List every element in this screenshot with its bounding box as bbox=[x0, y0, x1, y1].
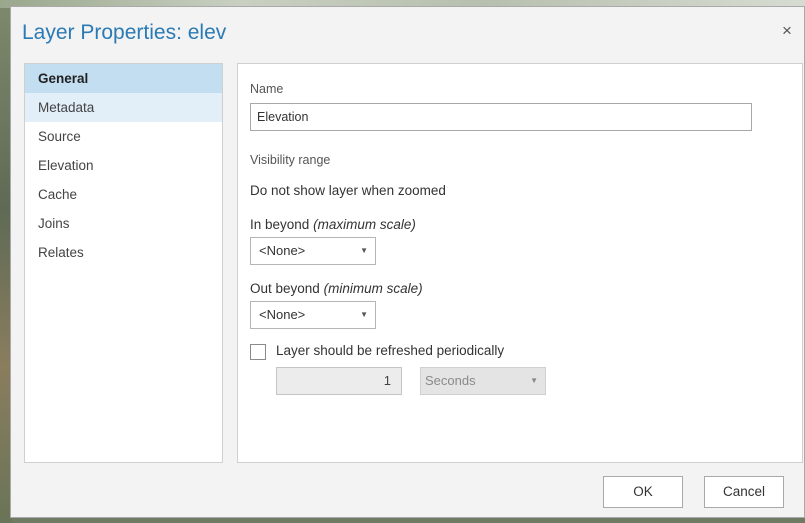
general-panel: Name Elevation Visibility range Do not s… bbox=[237, 63, 803, 463]
in-beyond-value: <None> bbox=[259, 243, 306, 258]
sidebar-item-source[interactable]: Source bbox=[25, 122, 222, 151]
visibility-range-heading: Visibility range bbox=[250, 153, 331, 167]
sidebar-item-joins[interactable]: Joins bbox=[25, 209, 222, 238]
refresh-checkbox[interactable] bbox=[250, 344, 266, 360]
sidebar-nav: General Metadata Source Elevation Cache … bbox=[24, 63, 223, 463]
visibility-description: Do not show layer when zoomed bbox=[250, 183, 446, 198]
in-beyond-hint: (maximum scale) bbox=[313, 217, 416, 232]
close-icon[interactable]: × bbox=[778, 22, 796, 40]
sidebar-item-elevation[interactable]: Elevation bbox=[25, 151, 222, 180]
sidebar-item-general[interactable]: General bbox=[25, 64, 222, 93]
chevron-down-icon: ▼ bbox=[360, 310, 368, 319]
out-beyond-text: Out beyond bbox=[250, 281, 320, 296]
name-field[interactable]: Elevation bbox=[250, 103, 752, 131]
refresh-units-value: Seconds bbox=[425, 373, 476, 388]
refresh-units-select[interactable]: Seconds ▼ bbox=[420, 367, 546, 395]
in-beyond-select[interactable]: <None> ▼ bbox=[250, 237, 376, 265]
refresh-label: Layer should be refreshed periodically bbox=[276, 343, 505, 358]
chevron-down-icon: ▼ bbox=[530, 376, 538, 385]
dialog-title: Layer Properties: elev bbox=[22, 21, 227, 44]
sidebar-item-cache[interactable]: Cache bbox=[25, 180, 222, 209]
sidebar-item-relates[interactable]: Relates bbox=[25, 238, 222, 267]
name-label: Name bbox=[250, 82, 284, 96]
refresh-interval-field[interactable]: 1 bbox=[276, 367, 402, 395]
in-beyond-text: In beyond bbox=[250, 217, 310, 232]
sidebar-item-metadata[interactable]: Metadata bbox=[25, 93, 222, 122]
out-beyond-value: <None> bbox=[259, 307, 306, 322]
out-beyond-label: Out beyond (minimum scale) bbox=[250, 281, 423, 296]
out-beyond-hint: (minimum scale) bbox=[323, 281, 423, 296]
ok-button[interactable]: OK bbox=[603, 476, 683, 508]
in-beyond-label: In beyond (maximum scale) bbox=[250, 217, 416, 232]
out-beyond-select[interactable]: <None> ▼ bbox=[250, 301, 376, 329]
chevron-down-icon: ▼ bbox=[360, 246, 368, 255]
cancel-button[interactable]: Cancel bbox=[704, 476, 784, 508]
layer-properties-dialog: Layer Properties: elev × General Metadat… bbox=[10, 6, 805, 518]
